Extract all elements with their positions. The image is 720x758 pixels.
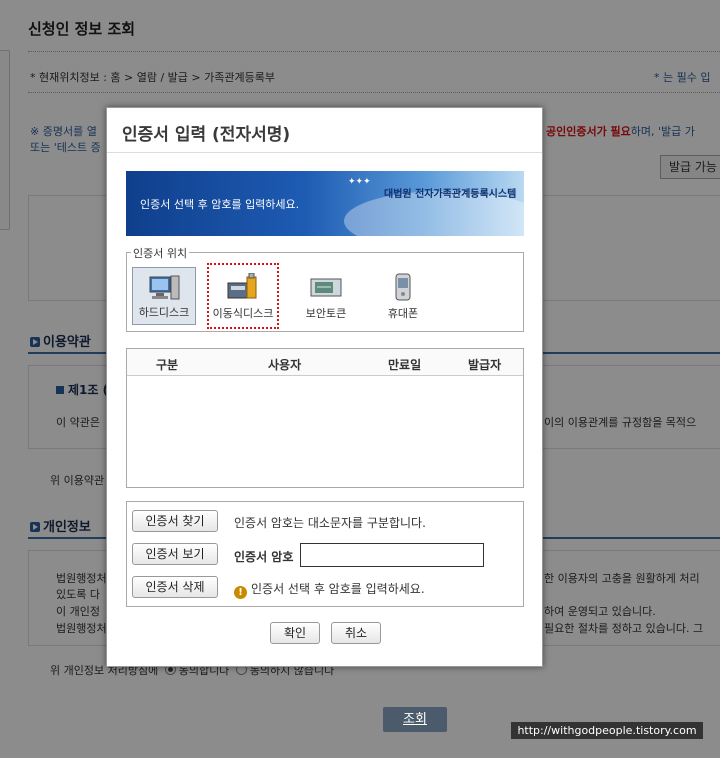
security-token-icon	[310, 273, 342, 301]
dialog-banner: 인증서 선택 후 암호를 입력하세요. ✦✦✦ 대법원 전자가족관계등록시스템	[126, 171, 524, 236]
column-header[interactable]: 사용자	[268, 356, 301, 373]
device-label: 보안토큰	[305, 307, 347, 320]
certificate-dialog: 인증서 입력 (전자서명) 인증서 선택 후 암호를 입력하세요. ✦✦✦ 대법…	[106, 107, 543, 667]
lookup-button-label: 조회	[403, 712, 427, 727]
device-label: 이동식디스크	[212, 307, 274, 320]
dialog-divider	[107, 152, 542, 153]
device-security-token[interactable]: 보안토큰	[294, 267, 358, 325]
location-legend: 인증서 위치	[131, 245, 190, 261]
certificate-table: 구분 사용자 만료일 발급자	[126, 348, 524, 488]
dialog-title: 인증서 입력 (전자서명)	[122, 125, 291, 145]
table-header: 구분 사용자 만료일 발급자	[127, 349, 523, 376]
column-header[interactable]: 발급자	[468, 356, 501, 373]
hard-disk-icon	[148, 274, 180, 302]
warning-icon: !	[234, 586, 247, 599]
location-fieldset: 인증서 위치 하드디스크 이동식디스크 보안토큰 휴대폰	[126, 245, 524, 332]
password-input[interactable]	[300, 543, 484, 567]
court-logo-icon: ✦✦✦	[348, 177, 371, 187]
device-label: 휴대폰	[387, 307, 419, 320]
banner-guide: 인증서 선택 후 암호를 입력하세요.	[140, 198, 300, 211]
column-header[interactable]: 구분	[156, 356, 178, 373]
device-removable-disk[interactable]: 이동식디스크	[207, 263, 279, 329]
find-certificate-button[interactable]: 인증서 찾기	[132, 510, 218, 532]
password-label: 인증서 암호	[234, 550, 294, 564]
removable-disk-icon	[227, 272, 259, 301]
mobile-phone-icon	[387, 273, 419, 301]
find-note: 인증서 암호는 대소문자를 구분합니다.	[234, 516, 426, 530]
delete-note-row: ! 인증서 선택 후 암호를 입력하세요.	[234, 580, 425, 599]
device-hard-disk[interactable]: 하드디스크	[132, 267, 196, 325]
watermark: http://withgodpeople.tistory.com	[511, 722, 703, 739]
device-mobile-phone[interactable]: 휴대폰	[371, 267, 435, 325]
ok-button[interactable]: 확인	[270, 622, 320, 644]
delete-certificate-button[interactable]: 인증서 삭제	[132, 576, 218, 598]
lookup-button[interactable]: 조회	[383, 707, 447, 732]
device-label: 하드디스크	[138, 306, 190, 319]
view-certificate-button[interactable]: 인증서 보기	[132, 543, 218, 565]
certificate-actions: 인증서 찾기 인증서 암호는 대소문자를 구분합니다. 인증서 보기 인증서 암…	[126, 501, 524, 607]
delete-note: 인증서 선택 후 암호를 입력하세요.	[251, 582, 425, 596]
column-header[interactable]: 만료일	[388, 356, 421, 373]
cancel-button[interactable]: 취소	[331, 622, 381, 644]
banner-brand: 대법원 전자가족관계등록시스템	[384, 189, 517, 200]
